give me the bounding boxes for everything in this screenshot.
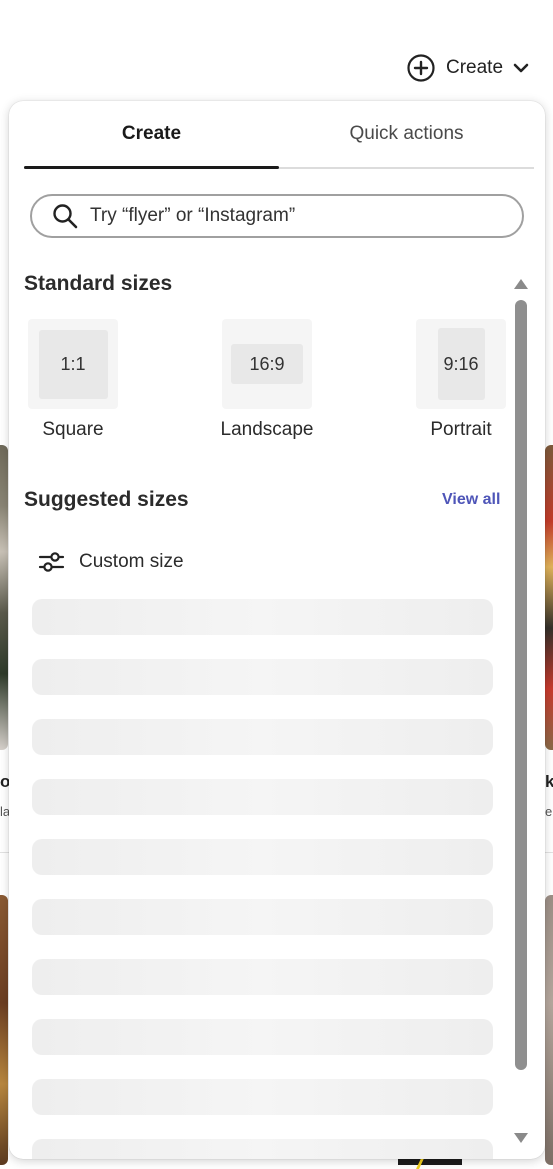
- search-icon: [53, 204, 78, 229]
- tab-quick-actions[interactable]: Quick actions: [279, 123, 534, 145]
- loading-placeholder-row: [32, 659, 493, 695]
- size-thumbnail-frame: 9:16: [416, 319, 506, 409]
- size-thumbnail-frame: 1:1: [28, 319, 118, 409]
- size-option-landscape[interactable]: 16:9 Landscape: [208, 319, 326, 441]
- loading-placeholder-row: [32, 1139, 493, 1159]
- background-card-title: os: [0, 772, 9, 791]
- active-tab-indicator: [24, 166, 279, 169]
- standard-sizes-heading: Standard sizes: [24, 272, 173, 295]
- size-option-label: Landscape: [220, 419, 314, 440]
- divider: [545, 852, 553, 853]
- create-popover: Create Quick actions Standard sizes 1:1 …: [9, 101, 545, 1159]
- create-menu-button[interactable]: Create: [406, 52, 529, 84]
- loading-placeholder-row: [32, 1019, 493, 1055]
- tab-create[interactable]: Create: [24, 123, 279, 145]
- scroll-up-arrow-icon[interactable]: [514, 279, 528, 289]
- loading-placeholder-row: [32, 959, 493, 995]
- chevron-down-icon: [513, 63, 529, 73]
- loading-placeholder-row: [32, 779, 493, 815]
- background-thumbnail[interactable]: [0, 895, 8, 1165]
- size-ratio-thumbnail: 9:16: [437, 328, 485, 400]
- background-thumbnail[interactable]: [545, 895, 553, 1165]
- loading-placeholder-row: [32, 599, 493, 635]
- custom-size-label: Custom size: [79, 551, 184, 572]
- create-menu-label: Create: [446, 57, 504, 78]
- scroll-down-arrow-icon[interactable]: [514, 1133, 528, 1143]
- size-option-portrait[interactable]: 9:16 Portrait: [402, 319, 520, 441]
- size-ratio-thumbnail: 1:1: [38, 329, 108, 399]
- size-option-label: Portrait: [430, 419, 492, 440]
- search-input[interactable]: [88, 204, 522, 228]
- size-option-square[interactable]: 1:1 Square: [14, 319, 132, 441]
- background-card-subtitle: e: [545, 804, 553, 819]
- background-card-subtitle: la: [0, 804, 9, 819]
- background-card-title: k: [545, 772, 553, 791]
- sliders-icon: [38, 552, 65, 572]
- size-ratio-thumbnail: 16:9: [231, 344, 303, 384]
- view-all-link[interactable]: View all: [442, 491, 500, 509]
- scrollbar[interactable]: [513, 275, 529, 1155]
- size-thumbnail-frame: 16:9: [222, 319, 312, 409]
- scrollbar-thumb[interactable]: [515, 300, 527, 1070]
- search-box[interactable]: [30, 194, 524, 238]
- loading-placeholder-row: [32, 899, 493, 935]
- background-thumbnail[interactable]: [0, 445, 8, 750]
- tab-bar: Create Quick actions: [24, 101, 534, 171]
- size-option-label: Square: [42, 419, 104, 440]
- suggested-sizes-heading: Suggested sizes: [24, 488, 189, 511]
- divider: [0, 852, 9, 853]
- custom-size-button[interactable]: Custom size: [38, 548, 184, 576]
- loading-placeholder-row: [32, 719, 493, 755]
- loading-placeholder-row: [32, 839, 493, 875]
- plus-circle-icon: [407, 54, 435, 82]
- background-thumbnail[interactable]: [545, 445, 553, 750]
- loading-placeholder-row: [32, 1079, 493, 1115]
